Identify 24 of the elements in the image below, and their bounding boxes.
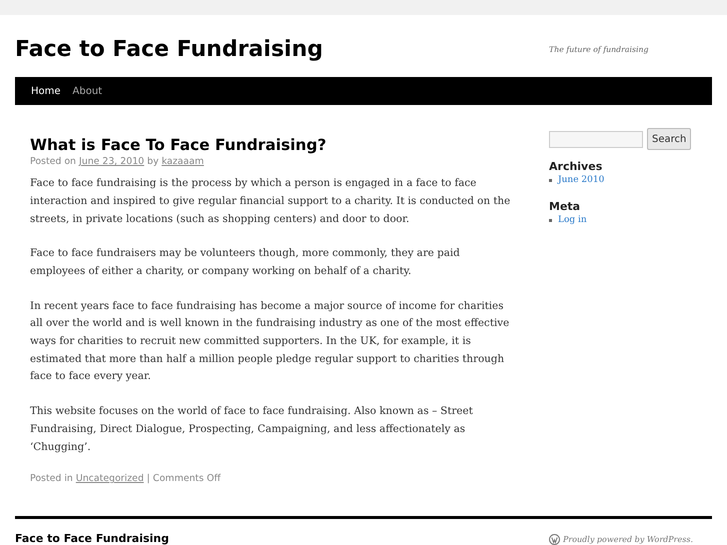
widget-title: Archives — [549, 160, 604, 174]
author-link[interactable]: kazaaam — [162, 156, 204, 167]
post-footer: Posted in Uncategorized | Comments Off — [30, 472, 515, 486]
bullet-icon — [549, 179, 552, 182]
paragraph: This website focuses on the world of face to face fundraising. Also known as – Street Fundraising, Direct Dialogue, Prospecting, Campaigning, and less affectionately as ‘Chugging’. — [30, 404, 474, 455]
paragraph: In recent years face to face fundraising has become a major source of income for charities all over the world and is well known in the fundraising industry as one of the most effective ways for charities to recruit new committed supporters. In the UK, for example, it is estimated that more than half a million people pledge regular support to charities through face to face every year. — [30, 298, 510, 384]
credit-text[interactable]: Proudly powered by WordPress. — [563, 534, 693, 545]
post-meta: Posted on June 23, 2010 by kazaaam — [30, 155, 205, 169]
site-title[interactable]: Face to Face Fundraising — [15, 37, 323, 63]
wordpress-icon[interactable] — [549, 534, 560, 545]
nav-link[interactable]: About — [66, 84, 108, 98]
search-button[interactable]: Search — [647, 128, 692, 150]
paragraph: Face to face fundraising is the process by which a person is engaged in a face to face interaction and inspired to give regular financial support to a charity. It is conducted on the streets, in private locations (such as shopping centers) and door to door. — [30, 176, 512, 227]
footer-site-title[interactable]: Face to Face Fundraising — [15, 531, 169, 545]
bullet-icon — [549, 218, 552, 222]
nav-link[interactable]: Home — [25, 84, 67, 98]
search-field[interactable] — [549, 130, 643, 148]
date-link[interactable]: June 23, 2010 — [78, 156, 144, 167]
widget-title: Meta — [549, 200, 582, 214]
widget-link[interactable]: Log in — [558, 214, 587, 227]
category-link[interactable]: Uncategorized — [76, 473, 144, 484]
post-title[interactable]: What is Face To Face Fundraising? — [30, 135, 515, 155]
paragraph: Face to face fundraisers may be volunteers though, more commonly, they are paid employees of either a charity, or company working on behalf of a charity. — [30, 246, 461, 279]
widget-link[interactable]: June 2010 — [558, 174, 604, 188]
